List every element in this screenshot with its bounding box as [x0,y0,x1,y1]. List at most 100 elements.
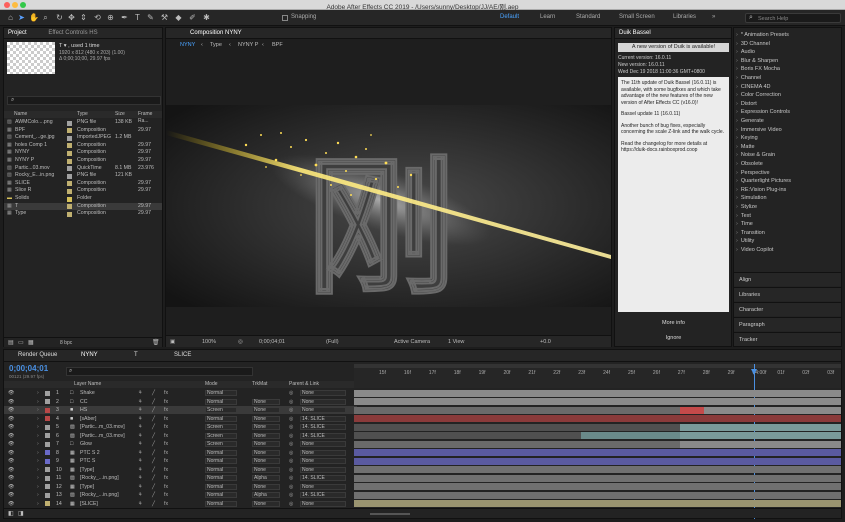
label-color-swatch[interactable] [67,181,72,187]
layer-duration-bar[interactable] [354,423,680,431]
shy-switch-icon[interactable]: ⚘ [138,449,143,457]
layer-duration-bar[interactable] [354,466,841,473]
blend-mode-dropdown[interactable]: Normal [205,475,237,481]
parent-dropdown[interactable]: None [300,449,346,456]
effect-switch-icon[interactable]: fx [164,398,168,406]
blend-mode-dropdown[interactable]: Normal [205,390,237,396]
pen-tool-icon[interactable]: ✒ [120,13,129,22]
parent-pickwhip-icon[interactable]: ◎ [289,440,294,448]
shy-switch-icon[interactable]: ⚘ [138,389,143,397]
visibility-eye-icon[interactable]: 👁 [8,466,14,474]
track-matte-dropdown[interactable]: None [252,432,280,439]
layer-duration-bar[interactable] [581,432,680,439]
visibility-eye-icon[interactable]: 👁 [8,398,14,406]
effects-category-item[interactable]: › Generate [736,118,764,124]
breadcrumb-bpf[interactable]: BPF [272,40,283,50]
expand-arrow-icon[interactable]: › [37,406,39,414]
blend-mode-dropdown[interactable]: Screen [205,424,237,430]
side-panel-tab[interactable]: Character [734,302,841,316]
effects-category-item[interactable]: › Transition [736,230,765,236]
label-color-swatch[interactable] [67,128,72,134]
label-color-swatch[interactable] [67,166,72,172]
effects-category-item[interactable]: › Noise & Grain [736,152,775,158]
effect-switch-icon[interactable]: fx [164,415,168,423]
effects-category-item[interactable]: › Expression Controls [736,109,790,115]
track-matte-dropdown[interactable]: None [252,466,280,473]
project-item[interactable]: ▦ NYNY P Composition 29.97 [4,157,162,165]
view-layout-dropdown[interactable]: 1 View [448,336,464,348]
layer-name[interactable]: [Partic...m_03.mov] [80,423,138,431]
effects-category-item[interactable]: › Obsolete [736,161,763,167]
effects-category-item[interactable]: › RE:Vision Plug-ins [736,187,786,193]
track-matte-dropdown[interactable]: None [252,398,280,405]
timeline-timecode[interactable]: 0;00;04;01 [9,364,48,373]
track-matte-dropdown[interactable]: None [252,500,280,507]
ignore-button[interactable]: Ignore [618,332,729,344]
shy-switch-icon[interactable]: ⚘ [138,466,143,474]
expand-arrow-icon[interactable]: › [37,423,39,431]
timeline-search-input[interactable]: ⌕ [66,367,253,376]
layer-label-color[interactable] [45,441,50,447]
parent-dropdown[interactable]: None [300,466,346,473]
blend-mode-dropdown[interactable]: Normal [205,449,237,456]
effects-category-item[interactable]: › Stylize [736,204,757,210]
effect-switch-icon[interactable]: fx [164,440,168,448]
visibility-eye-icon[interactable]: 👁 [8,449,14,457]
layer-label-color[interactable] [45,416,50,421]
effects-category-item[interactable]: › 3D Channel [736,41,770,47]
tab-effect-controls[interactable]: Effect Controls HS [48,30,97,36]
parent-dropdown[interactable]: None [300,458,346,464]
blend-mode-dropdown[interactable]: Normal [205,415,237,422]
breadcrumb-nyny[interactable]: NYNY [180,40,195,50]
parent-pickwhip-icon[interactable]: ◎ [289,389,294,397]
expand-arrow-icon[interactable]: › [37,398,39,406]
blend-mode-dropdown[interactable]: Screen [205,432,237,439]
layer-row[interactable]: 👁 › 14 ▦ [SLICE] ⚘ ╱ fx Normal None ◎ None [4,500,357,508]
layer-name[interactable]: Glow [80,440,138,448]
side-panel-tab[interactable]: Align [734,272,841,286]
parent-pickwhip-icon[interactable]: ◎ [289,449,294,457]
home-icon[interactable]: ⌂ [6,13,15,22]
effects-category-item[interactable]: › * Animation Presets [736,32,789,38]
effects-category-item[interactable]: › Channel [736,75,761,81]
expand-arrow-icon[interactable]: › [37,474,39,482]
track-matte-dropdown[interactable]: None [252,449,280,456]
effects-category-item[interactable]: › Time [736,221,753,227]
layer-duration-bar[interactable] [680,423,841,431]
collapse-switch-icon[interactable]: ╱ [152,406,155,414]
track-matte-dropdown[interactable]: None [252,483,280,490]
collapse-switch-icon[interactable]: ╱ [152,415,155,423]
toggle-switches-icon[interactable]: ◧ [8,510,14,517]
visibility-eye-icon[interactable]: 👁 [8,440,14,448]
layer-row[interactable]: 👁 › 11 ▨ [Rocky_...in.png] ⚘ ╱ fx Normal Alpha ◎ 14… [4,474,357,482]
layer-duration-bar[interactable] [354,398,841,405]
visibility-eye-icon[interactable]: 👁 [8,457,14,465]
effects-category-item[interactable]: › Perspective [736,170,770,176]
rotation-tool-icon[interactable]: ⟲ [93,13,102,22]
effects-category-item[interactable]: › Audio [736,49,755,55]
shy-switch-icon[interactable]: ⚘ [138,491,143,499]
visibility-eye-icon[interactable]: 👁 [8,432,14,440]
bpc-label[interactable]: 8 bpc [60,340,72,346]
parent-pickwhip-icon[interactable]: ◎ [289,491,294,499]
exposure-value[interactable]: +0.0 [540,336,551,348]
effects-category-item[interactable]: › Matte [736,144,755,150]
layer-row[interactable]: 👁 › 10 ▦ [Type] ⚘ ╱ fx Normal None ◎ None [4,466,357,474]
expand-arrow-icon[interactable]: › [37,491,39,499]
layer-label-color[interactable] [45,433,50,438]
collapse-switch-icon[interactable]: ╱ [152,449,155,457]
parent-dropdown[interactable]: 14. SLICE [300,475,346,481]
collapse-switch-icon[interactable]: ╱ [152,466,155,474]
parent-pickwhip-icon[interactable]: ◎ [289,398,294,406]
layer-duration-bar[interactable] [354,474,841,482]
layer-name[interactable]: [Rocky_...in.png] [80,474,138,482]
visibility-eye-icon[interactable]: 👁 [8,483,14,491]
visibility-eye-icon[interactable]: 👁 [8,389,14,397]
layer-duration-bar[interactable] [354,389,841,397]
tab-t[interactable]: T [134,352,138,358]
track-matte-dropdown[interactable]: None [252,441,280,447]
parent-pickwhip-icon[interactable]: ◎ [289,415,294,423]
parent-dropdown[interactable]: 14. SLICE [300,432,346,439]
project-search-input[interactable]: ⌕ [7,96,161,105]
effects-category-item[interactable]: › Utility [736,238,754,244]
